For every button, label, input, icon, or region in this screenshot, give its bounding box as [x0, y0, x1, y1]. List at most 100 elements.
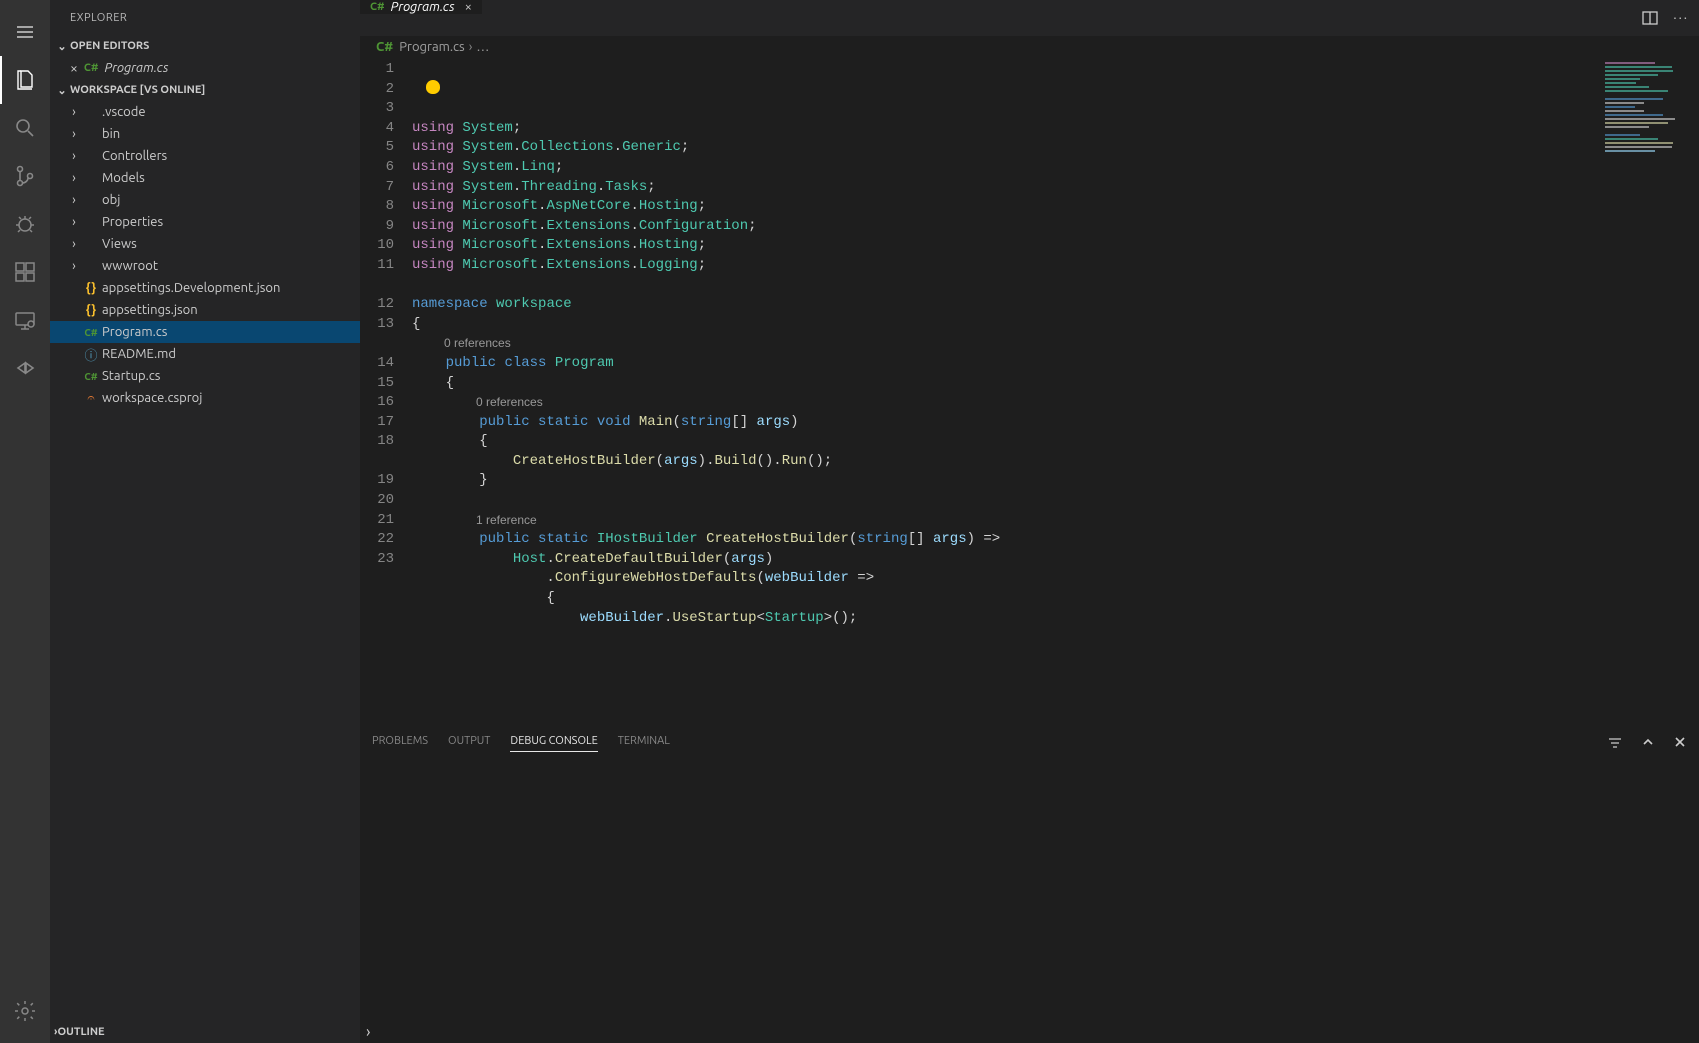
- code-line: using Microsoft.Extensions.Hosting;: [412, 236, 1699, 256]
- file-icon: C#: [82, 371, 100, 382]
- code-line: using System;: [412, 119, 1699, 139]
- close-icon[interactable]: ×: [70, 60, 78, 76]
- sidebar: EXPLORER ⌄ OPEN EDITORS × C# Program.cs …: [50, 0, 360, 1043]
- chevron-right-icon: ›: [66, 193, 82, 207]
- open-editor-label: Program.cs: [105, 61, 169, 75]
- tree-item-label: Properties: [102, 215, 163, 229]
- file-icon: C#: [82, 327, 100, 338]
- split-editor-button[interactable]: [1641, 9, 1659, 27]
- debug-activity[interactable]: [0, 200, 50, 248]
- liveshare-icon: [13, 356, 37, 380]
- liveshare-activity[interactable]: [0, 344, 50, 392]
- chevron-right-icon: ›: [66, 171, 82, 185]
- tree-item-label: obj: [102, 193, 120, 207]
- outline-header[interactable]: › OUTLINE: [50, 1021, 360, 1043]
- panel-close-button[interactable]: [1673, 735, 1687, 751]
- codelens[interactable]: 1 reference: [412, 511, 1699, 531]
- tree-item-label: Program.cs: [102, 325, 167, 339]
- panel-tab-debug-console[interactable]: DEBUG CONSOLE: [510, 735, 597, 752]
- editor-tabs: C# Program.cs × ···: [360, 0, 1699, 36]
- code-area[interactable]: using System;using System.Collections.Ge…: [412, 58, 1699, 726]
- workspace-label: WORKSPACE [VS ONLINE]: [70, 84, 205, 96]
- editor-actions: ···: [1641, 0, 1699, 36]
- activity-bar: [0, 0, 50, 1043]
- tree-file[interactable]: {}appsettings.json: [50, 299, 360, 321]
- codelens[interactable]: 0 references: [412, 393, 1699, 413]
- settings-activity[interactable]: [0, 987, 50, 1035]
- open-editors-list: × C# Program.cs: [50, 57, 360, 79]
- panel-tab-problems[interactable]: PROBLEMS: [372, 735, 428, 751]
- tree-folder[interactable]: › Models: [50, 167, 360, 189]
- code-line: [412, 491, 1699, 511]
- lightbulb-icon[interactable]: [426, 80, 440, 94]
- extensions-activity[interactable]: [0, 248, 50, 296]
- code-line: public class Program: [412, 354, 1699, 374]
- panel-tab-terminal[interactable]: TERMINAL: [618, 735, 670, 751]
- csharp-icon: C#: [84, 62, 99, 74]
- tree-file[interactable]: ⓘREADME.md: [50, 343, 360, 365]
- tree-folder[interactable]: ›Views: [50, 233, 360, 255]
- breadcrumb-file: Program.cs: [399, 40, 464, 54]
- tree-file[interactable]: {}appsettings.Development.json: [50, 277, 360, 299]
- code-line: {: [412, 589, 1699, 609]
- breadcrumb-bar-bottom[interactable]: ›: [360, 1021, 1699, 1043]
- panel-actions: [1607, 735, 1687, 751]
- remote-activity[interactable]: [0, 296, 50, 344]
- tree-folder[interactable]: › Controllers: [50, 145, 360, 167]
- editor[interactable]: 1234567891011 1213 1415161718 1920212223…: [360, 58, 1699, 726]
- filter-button[interactable]: [1607, 735, 1623, 751]
- extensions-icon: [13, 260, 37, 284]
- tab-close-button[interactable]: ×: [465, 0, 472, 14]
- code-line: using Microsoft.Extensions.Logging;: [412, 256, 1699, 276]
- explorer-activity[interactable]: [0, 56, 50, 104]
- chevron-right-icon: ›: [66, 149, 82, 163]
- tree-folder[interactable]: ›bin: [50, 123, 360, 145]
- tree-item-label: appsettings.json: [102, 303, 198, 317]
- chevron-right-icon: ›: [66, 127, 82, 141]
- search-icon: [13, 116, 37, 140]
- codelens[interactable]: 0 references: [412, 334, 1699, 354]
- close-icon: [1673, 735, 1687, 749]
- tree-item-label: Controllers: [102, 149, 167, 163]
- panel-tab-output[interactable]: OUTPUT: [448, 735, 490, 751]
- csharp-icon: C#: [370, 1, 385, 13]
- breadcrumb-more: …: [476, 40, 489, 54]
- workspace-header[interactable]: ⌄ WORKSPACE [VS ONLINE]: [50, 79, 360, 101]
- panel-body[interactable]: [360, 759, 1699, 1021]
- open-editors-label: OPEN EDITORS: [70, 40, 149, 52]
- tree-folder[interactable]: ›.vscode: [50, 101, 360, 123]
- debug-icon: [13, 212, 37, 236]
- code-line: using System.Collections.Generic;: [412, 138, 1699, 158]
- menu-icon: [15, 22, 35, 42]
- breadcrumbs[interactable]: C# Program.cs › …: [360, 36, 1699, 58]
- open-editor-item[interactable]: × C# Program.cs: [50, 57, 360, 79]
- more-actions-button[interactable]: ···: [1673, 11, 1689, 25]
- menu-button[interactable]: [0, 8, 50, 56]
- bottom-panel: PROBLEMS OUTPUT DEBUG CONSOLE TERMINAL: [360, 726, 1699, 1021]
- tree-folder[interactable]: ›wwwroot: [50, 255, 360, 277]
- chevron-up-icon: [1641, 735, 1655, 749]
- tree-file[interactable]: C#Startup.cs: [50, 365, 360, 387]
- minimap[interactable]: [1605, 62, 1695, 152]
- code-line: Host.CreateDefaultBuilder(args): [412, 550, 1699, 570]
- tree-item-label: README.md: [102, 347, 176, 361]
- file-icon: ⓘ: [82, 345, 100, 364]
- tree-item-label: Models: [102, 171, 145, 185]
- scm-activity[interactable]: [0, 152, 50, 200]
- panel-maximize-button[interactable]: [1641, 735, 1655, 751]
- open-editors-header[interactable]: ⌄ OPEN EDITORS: [50, 35, 360, 57]
- code-line: {: [412, 315, 1699, 335]
- tree-item-label: wwwroot: [102, 259, 158, 273]
- tree-file[interactable]: 𝄐workspace.csproj: [50, 387, 360, 409]
- sidebar-title: EXPLORER: [50, 0, 360, 35]
- editor-tab[interactable]: C# Program.cs ×: [360, 0, 483, 14]
- tree-folder[interactable]: ›Properties: [50, 211, 360, 233]
- tree-file[interactable]: C#Program.cs: [50, 321, 360, 343]
- code-line: [412, 276, 1699, 296]
- search-activity[interactable]: [0, 104, 50, 152]
- tab-label: Program.cs: [391, 0, 455, 14]
- code-line: public static IHostBuilder CreateHostBui…: [412, 530, 1699, 550]
- code-line: public static void Main(string[] args): [412, 413, 1699, 433]
- code-line: {: [412, 432, 1699, 452]
- tree-folder[interactable]: › obj: [50, 189, 360, 211]
